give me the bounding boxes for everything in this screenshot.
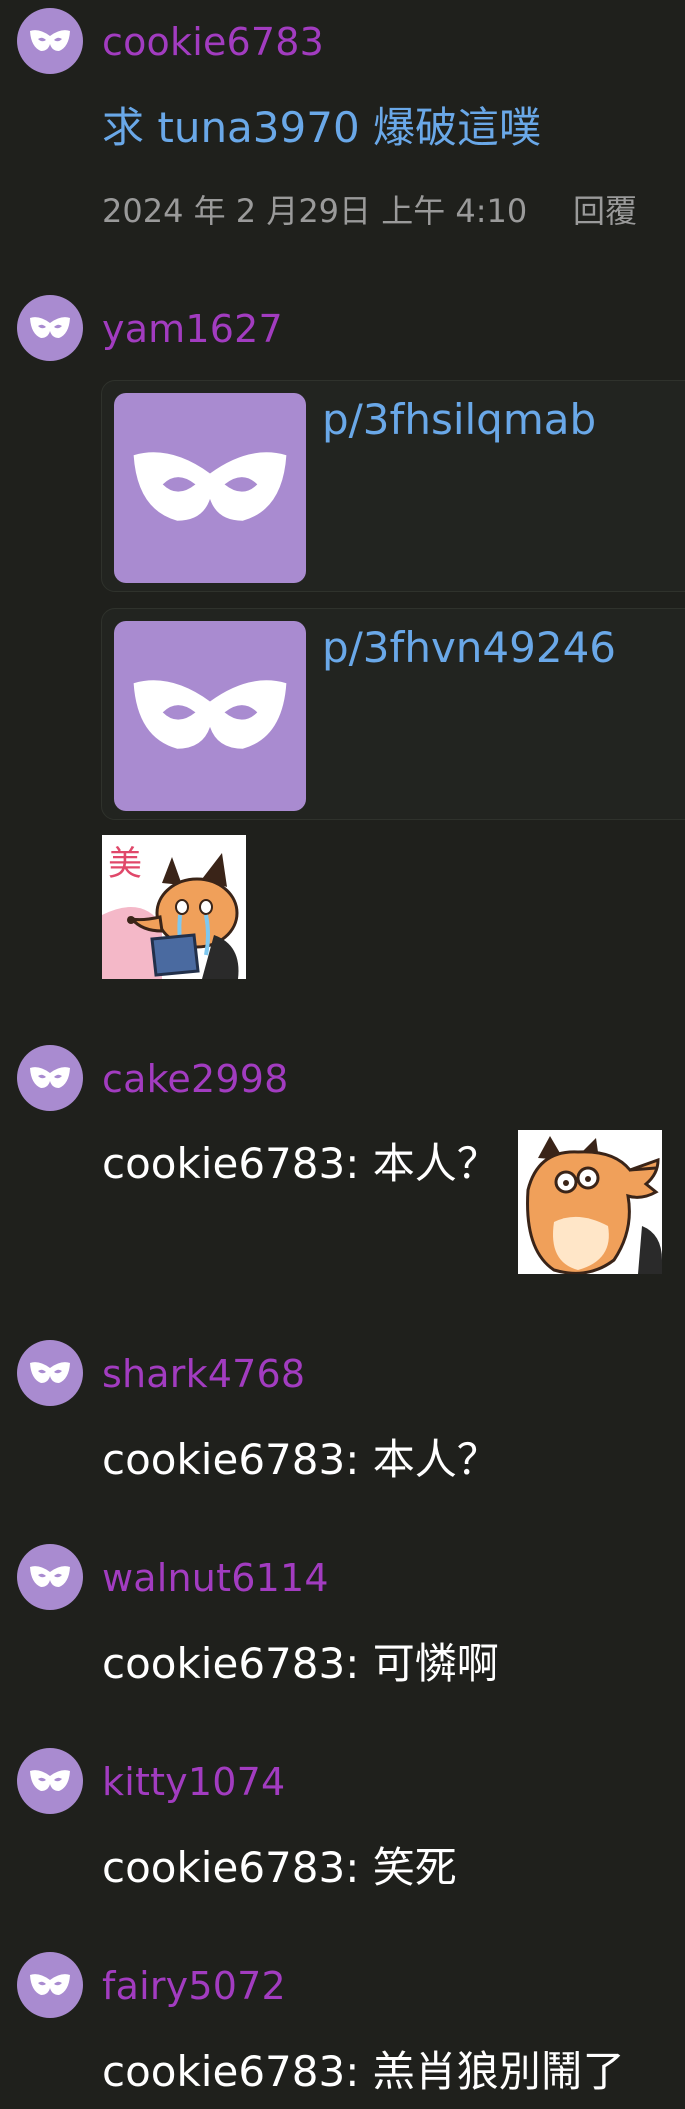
avatar[interactable] xyxy=(17,1952,83,2018)
comment-text: cookie6783: 笑死 xyxy=(102,1843,457,1892)
comment-text: cookie6783: 羔肖狼別鬧了 xyxy=(102,2047,625,2096)
shocked-fox-sticker[interactable] xyxy=(518,1130,662,1275)
username[interactable]: walnut6114 xyxy=(102,1556,329,1600)
comment-text: cookie6783: 可憐啊 xyxy=(102,1639,499,1688)
username[interactable]: shark4768 xyxy=(102,1352,305,1396)
avatar[interactable] xyxy=(17,295,83,361)
avatar[interactable] xyxy=(17,1544,83,1610)
username[interactable]: fairy5072 xyxy=(102,1964,286,2008)
mask-icon xyxy=(133,452,287,521)
mask-icon xyxy=(133,680,287,749)
link-thumbnail xyxy=(114,393,306,583)
avatar[interactable] xyxy=(17,1748,83,1814)
link-title[interactable]: p/3fhvn49246 xyxy=(322,623,616,672)
crying-fox-sticker[interactable]: 美 xyxy=(102,835,246,979)
comment-text: cookie6783: 本人？ xyxy=(102,1139,499,1188)
avatar[interactable] xyxy=(17,1045,83,1111)
username[interactable]: cake2998 xyxy=(102,1057,289,1101)
mask-icon xyxy=(30,317,70,338)
link-title[interactable]: p/3fhsilqmab xyxy=(322,395,596,444)
reply-button[interactable]: 回覆 xyxy=(573,186,637,232)
avatar[interactable] xyxy=(17,8,83,74)
username[interactable]: kitty1074 xyxy=(102,1760,285,1804)
comment-text: cookie6783: 本人？ xyxy=(102,1435,499,1484)
svg-text:美: 美 xyxy=(108,844,142,884)
username[interactable]: cookie6783 xyxy=(102,20,324,64)
comment-text[interactable]: 求 tuna3970 爆破這噗 xyxy=(102,94,541,155)
mask-icon xyxy=(30,1770,70,1791)
link-preview-card[interactable]: p/3fhvn49246 xyxy=(101,608,685,820)
link-thumbnail xyxy=(114,621,306,811)
timestamp: 2024 年 2 月29日 上午 4:10 xyxy=(102,192,528,230)
link-preview-card[interactable]: p/3fhsilqmab xyxy=(101,380,685,592)
username[interactable]: yam1627 xyxy=(102,307,283,351)
mask-icon xyxy=(30,30,70,51)
mask-icon xyxy=(30,1974,70,1995)
mask-icon xyxy=(30,1067,70,1088)
mask-icon xyxy=(30,1566,70,1587)
avatar[interactable] xyxy=(17,1340,83,1406)
mask-icon xyxy=(30,1362,70,1383)
